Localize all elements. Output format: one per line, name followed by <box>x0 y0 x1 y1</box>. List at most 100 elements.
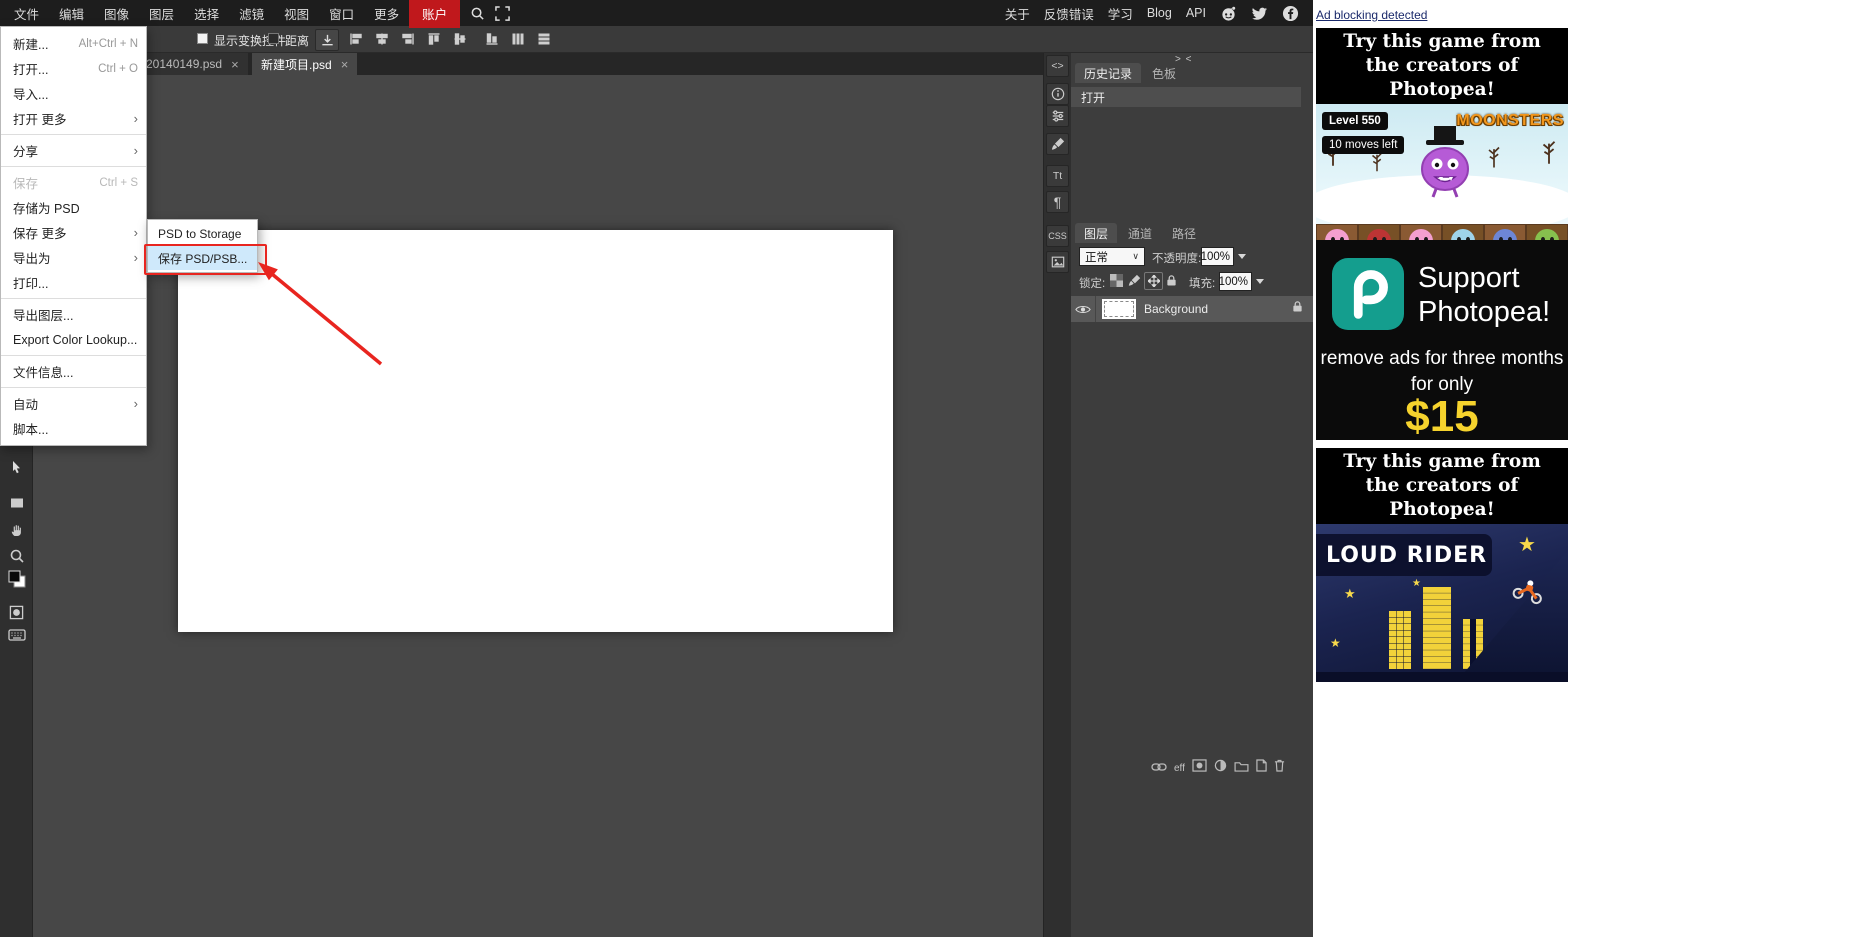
menu-item-new[interactable]: 新建... Alt+Ctrl + N <box>1 31 146 56</box>
link-learn[interactable]: 学习 <box>1108 4 1133 23</box>
distance-checkbox[interactable] <box>268 33 279 44</box>
menubar-item-file[interactable]: 文件 <box>4 0 49 28</box>
history-entry-open[interactable]: 打开 <box>1071 87 1301 107</box>
blend-mode-value: 正常 <box>1085 251 1108 264</box>
menu-shortcut: Ctrl + S <box>99 176 138 189</box>
tab-new-project[interactable]: 新建项目.psd <box>252 53 358 75</box>
image-panel-icon[interactable] <box>1046 251 1069 273</box>
hand-tool-icon[interactable] <box>4 517 29 542</box>
menu-item-export-layers[interactable]: 导出图层... <box>1 302 146 327</box>
twitter-icon[interactable] <box>1251 5 1268 22</box>
menu-item-file-info[interactable]: 文件信息... <box>1 359 146 384</box>
ad-blocking-link[interactable]: Ad blocking detected <box>1316 8 1427 22</box>
tab-channels[interactable]: 通道 <box>1119 223 1161 243</box>
lock-transparency-icon[interactable] <box>1108 272 1125 288</box>
submenu-item-save-psd-psb[interactable]: 保存 PSD/PSB... <box>148 246 257 270</box>
move-tool-icon[interactable] <box>4 455 29 480</box>
menubar-item-window[interactable]: 窗口 <box>319 0 364 28</box>
align-bottom-icon[interactable] <box>484 31 500 47</box>
align-top-icon[interactable] <box>426 31 442 47</box>
link-api[interactable]: API <box>1186 6 1206 20</box>
facebook-icon[interactable] <box>1282 5 1299 22</box>
layer-visibility-eye-icon[interactable] <box>1071 296 1096 322</box>
link-report-bug[interactable]: 反馈错误 <box>1044 4 1094 23</box>
fullscreen-icon[interactable] <box>495 5 510 21</box>
star-icon: ★ <box>1518 534 1536 556</box>
menubar-item-account[interactable]: 账户 <box>409 0 461 28</box>
support-title-line2: Photopea! <box>1418 296 1551 328</box>
menubar-item-filter[interactable]: 滤镜 <box>229 0 274 28</box>
lock-all-icon[interactable] <box>1163 272 1180 288</box>
align-center-h-icon[interactable] <box>374 31 390 47</box>
submenu-item-psd-to-storage[interactable]: PSD to Storage <box>148 222 257 246</box>
keyboard-icon[interactable] <box>4 622 29 647</box>
align-right-icon[interactable] <box>400 31 416 47</box>
menu-item-import[interactable]: 导入... <box>1 81 146 106</box>
tab-history[interactable]: 历史记录 <box>1075 63 1142 83</box>
menu-item-script[interactable]: 脚本... <box>1 416 146 441</box>
menu-item-save-as-psd[interactable]: 存储为 PSD <box>1 195 146 220</box>
opacity-input[interactable]: 100% <box>1201 247 1234 266</box>
menubar-item-select[interactable]: 选择 <box>184 0 229 28</box>
menubar-item-edit[interactable]: 编辑 <box>49 0 94 28</box>
show-transform-checkbox[interactable] <box>197 33 208 44</box>
menu-item-save-more[interactable]: 保存 更多 <box>1 220 146 245</box>
add-mask-icon[interactable] <box>1192 759 1207 777</box>
layer-thumbnail[interactable] <box>1102 299 1136 319</box>
menubar-item-image[interactable]: 图像 <box>94 0 139 28</box>
tab-paths[interactable]: 路径 <box>1163 223 1205 243</box>
brush-panel-icon[interactable] <box>1046 133 1069 155</box>
fill-dropdown-arrow[interactable] <box>1256 279 1264 284</box>
moonsters-ad[interactable]: Try this game from the creators of Photo… <box>1316 28 1568 257</box>
support-photopea-ad[interactable]: Support Photopea! remove ads for three m… <box>1316 240 1568 441</box>
adjustment-layer-icon[interactable] <box>1214 759 1227 777</box>
delete-layer-icon[interactable] <box>1274 759 1285 777</box>
lock-pixels-icon[interactable] <box>1126 272 1143 288</box>
tab-20140149[interactable]: 20140149.psd <box>137 53 248 75</box>
info-panel-icon[interactable] <box>1046 83 1069 105</box>
menu-item-export-color-lookup[interactable]: Export Color Lookup... <box>1 327 146 352</box>
tab-swatches[interactable]: 色板 <box>1143 63 1185 83</box>
download-icon[interactable] <box>315 29 339 51</box>
blend-mode-select[interactable]: 正常 <box>1079 247 1145 266</box>
code-panel-icon[interactable]: <> <box>1046 55 1069 77</box>
search-icon[interactable] <box>470 6 485 21</box>
align-center-v-icon[interactable] <box>452 31 468 47</box>
layer-effects-button[interactable]: eff <box>1174 763 1185 774</box>
color-swatches[interactable] <box>4 565 29 593</box>
menubar-item-view[interactable]: 视图 <box>274 0 319 28</box>
distribute-h-icon[interactable] <box>510 31 526 47</box>
character-panel-icon[interactable]: Tt <box>1046 165 1069 187</box>
canvas[interactable] <box>178 230 893 632</box>
new-folder-icon[interactable] <box>1234 759 1249 777</box>
cloud-rider-ad[interactable]: Try this game from the creators of Photo… <box>1316 448 1568 682</box>
opacity-dropdown-arrow[interactable] <box>1238 254 1246 259</box>
menu-item-share[interactable]: 分享 <box>1 138 146 163</box>
fill-input[interactable]: 100% <box>1219 272 1252 291</box>
close-icon[interactable] <box>231 58 239 71</box>
menu-item-open-more[interactable]: 打开 更多 <box>1 106 146 131</box>
menu-item-print[interactable]: 打印... <box>1 270 146 295</box>
css-panel-icon[interactable]: CSS <box>1046 225 1069 247</box>
menubar-item-more[interactable]: 更多 <box>364 0 409 28</box>
reddit-icon[interactable] <box>1220 5 1237 22</box>
link-layers-icon[interactable] <box>1151 759 1167 777</box>
menu-item-open[interactable]: 打开... Ctrl + O <box>1 56 146 81</box>
lock-position-icon[interactable] <box>1144 272 1163 290</box>
tab-layers[interactable]: 图层 <box>1075 223 1118 243</box>
menu-item-automate[interactable]: 自动 <box>1 391 146 416</box>
link-blog[interactable]: Blog <box>1147 6 1172 20</box>
distribute-v-icon[interactable] <box>536 31 552 47</box>
menubar-item-layer[interactable]: 图层 <box>139 0 184 28</box>
new-layer-icon[interactable] <box>1256 759 1267 777</box>
menu-item-export-as[interactable]: 导出为 <box>1 245 146 270</box>
tab-label: 新建项目.psd <box>261 57 332 72</box>
paragraph-panel-icon[interactable]: ¶ <box>1046 191 1069 213</box>
close-icon[interactable] <box>341 58 349 71</box>
link-about[interactable]: 关于 <box>1005 4 1030 23</box>
menu-item-label: 脚本... <box>13 423 49 437</box>
align-left-icon[interactable] <box>348 31 364 47</box>
properties-panel-icon[interactable] <box>1046 105 1069 127</box>
rectangle-tool-icon[interactable] <box>4 490 29 515</box>
layer-row-background[interactable]: Background <box>1071 296 1313 322</box>
